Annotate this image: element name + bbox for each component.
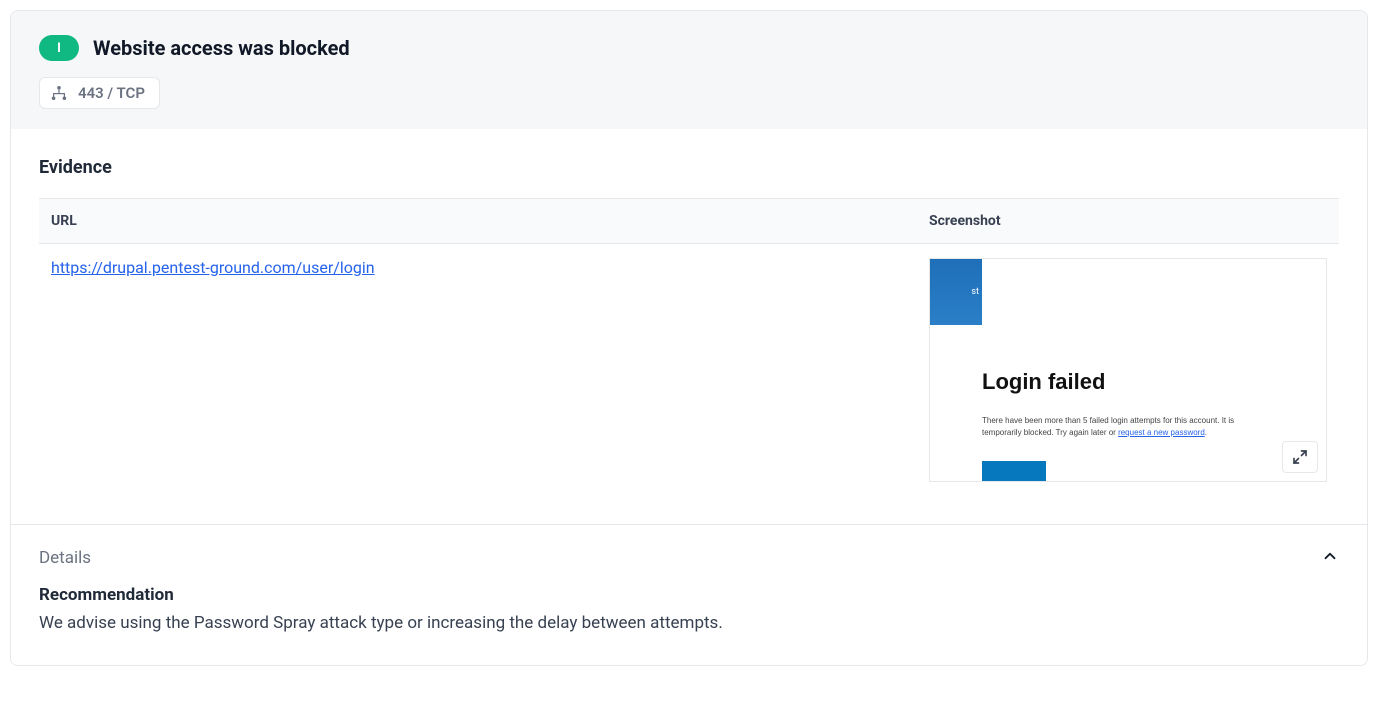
port-chip: 443 / TCP <box>39 77 160 109</box>
recommendation-heading: Recommendation <box>39 585 1339 605</box>
screenshot-title: Login failed <box>982 369 1274 395</box>
recommendation-text: We advise using the Password Spray attac… <box>39 611 1339 637</box>
screenshot-tab-fragment: st <box>971 287 979 297</box>
network-icon <box>50 84 68 102</box>
finding-title: Website access was blocked <box>93 36 350 60</box>
evidence-table: URL Screenshot https://drupal.pentest-gr… <box>39 198 1339 496</box>
screenshot-cell: st Login failed There have been more tha… <box>917 244 1339 497</box>
severity-letter: I <box>57 41 61 56</box>
column-header-screenshot: Screenshot <box>917 199 1339 244</box>
screenshot-footer-logo <box>982 461 1046 482</box>
column-header-url: URL <box>39 199 917 244</box>
card-header: I Website access was blocked 443 / TCP <box>11 11 1367 129</box>
port-protocol-text: 443 / TCP <box>78 84 145 102</box>
evidence-section: Evidence URL Screenshot https://drupal.p… <box>11 129 1367 524</box>
chevron-up-icon <box>1321 547 1339 569</box>
details-label: Details <box>39 548 91 568</box>
expand-screenshot-button[interactable] <box>1282 441 1318 473</box>
evidence-heading: Evidence <box>39 157 1339 178</box>
finding-card: I Website access was blocked 443 / TCP E… <box>10 10 1368 666</box>
table-header-row: URL Screenshot <box>39 199 1339 244</box>
details-section: Details Recommendation We advise using t… <box>11 524 1367 665</box>
details-toggle[interactable]: Details <box>39 547 1339 569</box>
severity-badge: I <box>39 35 79 61</box>
table-row: https://drupal.pentest-ground.com/user/l… <box>39 244 1339 497</box>
screenshot-message: There have been more than 5 failed login… <box>982 415 1274 439</box>
title-row: I Website access was blocked <box>39 35 1339 61</box>
url-cell: https://drupal.pentest-ground.com/user/l… <box>39 244 917 497</box>
screenshot-topbar: st <box>930 259 982 325</box>
screenshot-thumbnail[interactable]: st Login failed There have been more tha… <box>929 258 1327 482</box>
evidence-url-link[interactable]: https://drupal.pentest-ground.com/user/l… <box>51 258 375 277</box>
screenshot-msg-suffix: . <box>1205 428 1207 437</box>
screenshot-body: Login failed There have been more than 5… <box>930 325 1326 439</box>
screenshot-msg-link: request a new password <box>1118 428 1205 437</box>
